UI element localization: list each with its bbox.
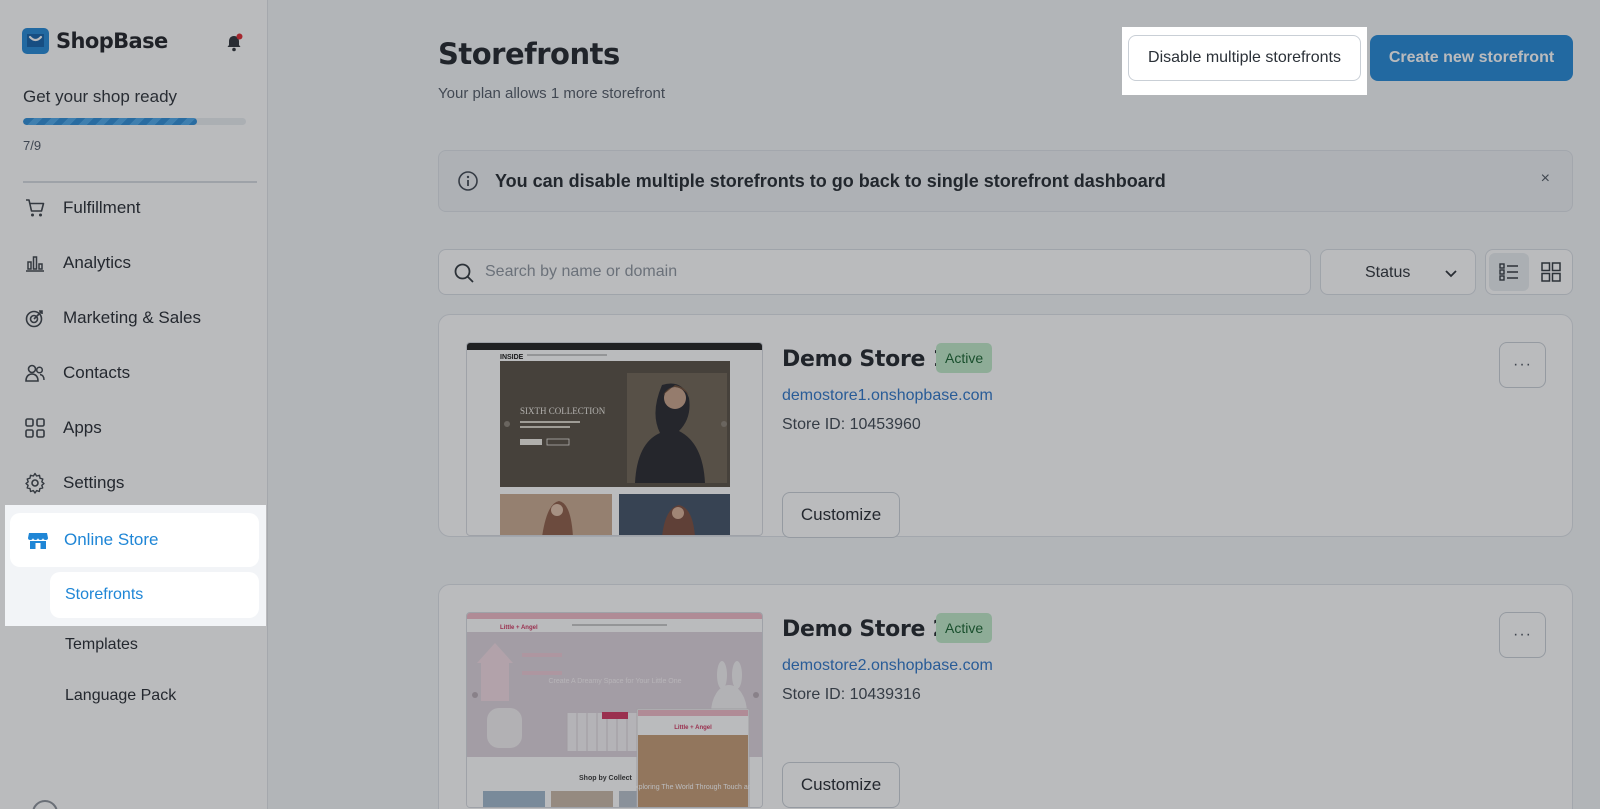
sidebar-item-marketing[interactable]: Marketing & Sales — [23, 300, 253, 336]
sidebar-subitem-storefronts[interactable]: Storefronts — [50, 572, 259, 618]
setup-title[interactable]: Get your shop ready — [23, 87, 177, 107]
users-icon — [23, 361, 47, 385]
info-banner: You can disable multiple storefronts to … — [438, 150, 1573, 212]
sidebar-subitem-language-pack[interactable]: Language Pack — [65, 687, 176, 705]
store-domain-link[interactable]: demostore2.onshopbase.com — [782, 657, 993, 675]
sidebar-item-label: Online Store — [64, 530, 159, 549]
grid-view-icon — [1541, 262, 1561, 282]
target-icon — [23, 306, 47, 330]
bar-chart-icon — [23, 251, 47, 275]
sidebar-item-label: Marketing & Sales — [63, 308, 201, 327]
store-card: Little + Angel Create A Dreamy Space for… — [438, 584, 1573, 809]
notification-bell-icon[interactable] — [224, 33, 244, 53]
search-icon — [454, 263, 474, 283]
sidebar-item-label: Fulfillment — [63, 198, 141, 217]
chevron-down-icon — [1445, 270, 1457, 278]
store-thumbnail[interactable]: Little + Angel Create A Dreamy Space for… — [466, 612, 763, 808]
sidebar-item-label: Apps — [63, 418, 102, 437]
thumb-logo: INSIDE — [500, 354, 524, 361]
sidebar-item-label: Settings — [63, 473, 125, 492]
setup-count: 7/9 — [23, 138, 42, 153]
setup-progress-fill — [23, 118, 197, 125]
store-domain-link[interactable]: demostore1.onshopbase.com — [782, 387, 993, 405]
sidebar-item-analytics[interactable]: Analytics — [23, 245, 253, 281]
sidebar-item-online-store[interactable]: Online Store — [10, 513, 259, 567]
search-input[interactable] — [485, 250, 1285, 294]
sidebar-item-settings[interactable]: Settings — [23, 465, 253, 501]
store-id: Store ID: 10439316 — [782, 686, 921, 703]
thumb-headline: SIXTH COLLECTION — [520, 406, 606, 416]
store-name[interactable]: Demo Store 2 — [782, 617, 948, 642]
list-view-icon — [1499, 263, 1518, 281]
sidebar-item-apps[interactable]: Apps — [23, 410, 253, 446]
sidebar-item-label: Contacts — [63, 363, 131, 382]
status-filter-label: Status — [1365, 264, 1411, 281]
brand[interactable]: ShopBase — [22, 28, 168, 54]
search-box[interactable] — [438, 249, 1311, 295]
sidebar: ShopBase Get your shop ready 7/9 Fulfill… — [0, 0, 268, 809]
setup-progress-bar — [23, 118, 246, 125]
sidebar-item-contacts[interactable]: Contacts — [23, 355, 253, 391]
sidebar-item-fulfillment[interactable]: Fulfillment — [23, 190, 253, 226]
page-subtitle: Your plan allows 1 more storefront — [438, 85, 666, 102]
shopbase-logo-icon — [22, 28, 49, 54]
thumb-mobile-logo: Little + Angel — [674, 725, 712, 731]
store-card: INSIDE SIXTH COLLECTION Demo Store 1 Act… — [438, 314, 1573, 538]
create-storefront-button[interactable]: Create new storefront — [1370, 35, 1573, 81]
customize-button[interactable]: Customize — [782, 492, 900, 538]
page-title: Storefronts — [438, 37, 620, 71]
status-filter-select[interactable]: Status — [1320, 249, 1476, 295]
store-thumbnail[interactable]: INSIDE SIXTH COLLECTION — [466, 342, 763, 536]
status-badge: Active — [936, 613, 993, 643]
store-icon — [26, 528, 50, 552]
customize-button[interactable]: Customize — [782, 762, 900, 808]
banner-text: You can disable multiple storefronts to … — [495, 171, 1166, 191]
store-name[interactable]: Demo Store 1 — [782, 347, 948, 372]
sidebar-divider — [23, 181, 257, 183]
sidebar-item-label: Analytics — [63, 253, 132, 272]
cart-icon — [23, 196, 47, 220]
sidebar-subitem-templates[interactable]: Templates — [65, 636, 138, 654]
thumb-headline: Create A Dreamy Space for Your Little On… — [548, 678, 681, 685]
close-icon[interactable]: × — [1541, 170, 1550, 188]
more-actions-button[interactable]: ··· — [1499, 612, 1546, 658]
brand-name: ShopBase — [56, 29, 168, 53]
thumb-logo: Little + Angel — [500, 625, 538, 631]
gear-icon — [23, 471, 47, 495]
store-preview-image: Little + Angel Create A Dreamy Space for… — [467, 613, 762, 807]
disable-multiple-storefronts-button[interactable]: Disable multiple storefronts — [1128, 35, 1361, 81]
status-badge: Active — [936, 343, 993, 373]
apps-grid-icon — [23, 416, 47, 440]
store-preview-image: INSIDE SIXTH COLLECTION — [467, 343, 762, 535]
user-avatar[interactable] — [32, 800, 58, 809]
info-icon — [458, 171, 478, 191]
view-toggle — [1485, 249, 1573, 295]
list-view-button[interactable] — [1489, 253, 1529, 291]
thumb-mobile-headline: Exploring The World Through Touch and — [630, 784, 755, 791]
thumb-section-title: Shop by Collect — [579, 775, 633, 782]
store-id: Store ID: 10453960 — [782, 416, 921, 433]
more-actions-button[interactable]: ··· — [1499, 342, 1546, 388]
grid-view-button[interactable] — [1531, 253, 1571, 291]
